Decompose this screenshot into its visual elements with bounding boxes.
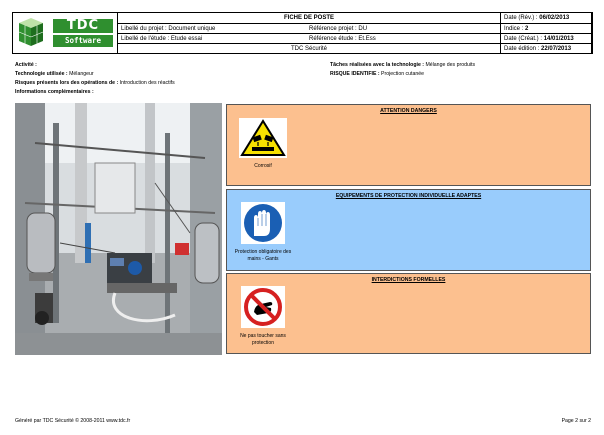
corrosive-hazard-icon — [239, 118, 287, 158]
logo-text-software: Software — [64, 36, 102, 45]
panel-interdictions-title: INTERDICTIONS FORMELLES — [371, 277, 446, 283]
risque-identifie-line: RISQUE IDENTIFIE : Projection cutanée — [330, 71, 424, 77]
footer-page-number: Page 2 sur 2 — [561, 418, 591, 424]
informations-label: Informations complémentaires : — [15, 89, 94, 95]
danger-item-corrosif: Corrosif — [239, 118, 287, 170]
workstation-photo — [15, 103, 222, 355]
panel-dangers-title: ATTENTION DANGERS — [380, 108, 437, 114]
panel-epi: EQUIPEMENTS DE PROTECTION INDIVIDUELLE A… — [226, 189, 591, 271]
footer-generated-by: Généré par TDC Sécurité © 2008-2011 www.… — [15, 418, 131, 424]
document-header: TDC Software FICHE DE POSTE Libellé du p… — [12, 12, 593, 54]
technologie-line: Technologie utilisée : Mélangeur — [15, 71, 94, 77]
panel-attention-dangers: ATTENTION DANGERS Corrosif — [226, 104, 591, 186]
activite-label: Activité : — [15, 62, 37, 68]
document-subtitle: TDC Sécurité — [117, 43, 501, 54]
date-revision-label: Date (Rév.) : — [504, 15, 538, 21]
gloves-mandatory-icon — [241, 202, 285, 244]
logo-text-tdc: TDC — [66, 18, 100, 33]
risque-identifie-value: Projection cutanée — [379, 71, 424, 77]
interdiction-caption: Ne pas toucher sans protection — [240, 333, 286, 346]
tdc-logo: TDC Software — [13, 13, 118, 53]
technologie-label: Technologie utilisée : — [15, 71, 68, 77]
panel-epi-title: EQUIPEMENTS DE PROTECTION INDIVIDUELLE A… — [335, 193, 482, 199]
epi-caption: Protection obligatoire des mains - Gants — [234, 249, 292, 262]
indice-label: Indice : — [504, 26, 524, 32]
indice-value: 2 — [525, 26, 529, 32]
no-touch-icon — [241, 286, 285, 328]
risques-value: Introduction des réactifs — [118, 80, 175, 86]
technologie-value: Mélangeur — [67, 71, 94, 77]
date-edition-value: 22/07/2013 — [541, 46, 572, 52]
interdiction-item-toucher: Ne pas toucher sans protection — [235, 286, 291, 346]
epi-item-gants: Protection obligatoire des mains - Gants — [231, 202, 295, 262]
panel-interdictions: INTERDICTIONS FORMELLES Ne pas toucher s… — [226, 273, 591, 354]
danger-caption: Corrosif — [254, 163, 272, 169]
taches-line: Tâches réalisées avec la technologie : M… — [330, 62, 475, 68]
date-edition-label: Date édition : — [504, 46, 540, 52]
date-creation-label: Date (Créat.) : — [504, 36, 543, 42]
lab-equipment-image — [15, 103, 222, 355]
taches-label: Tâches réalisées avec la technologie : — [330, 62, 424, 68]
risque-identifie-label: RISQUE IDENTIFIE : — [330, 71, 380, 77]
taches-value: Mélange des produits — [424, 62, 476, 68]
risques-label: Risques présents lors des opérations de … — [15, 80, 119, 86]
date-creation-value: 14/01/2013 — [543, 36, 574, 42]
date-edition: Date édition : 22/07/2013 — [500, 43, 593, 54]
date-revision-value: 06/02/2013 — [539, 15, 570, 21]
risques-line: Risques présents lors des opérations de … — [15, 80, 175, 86]
